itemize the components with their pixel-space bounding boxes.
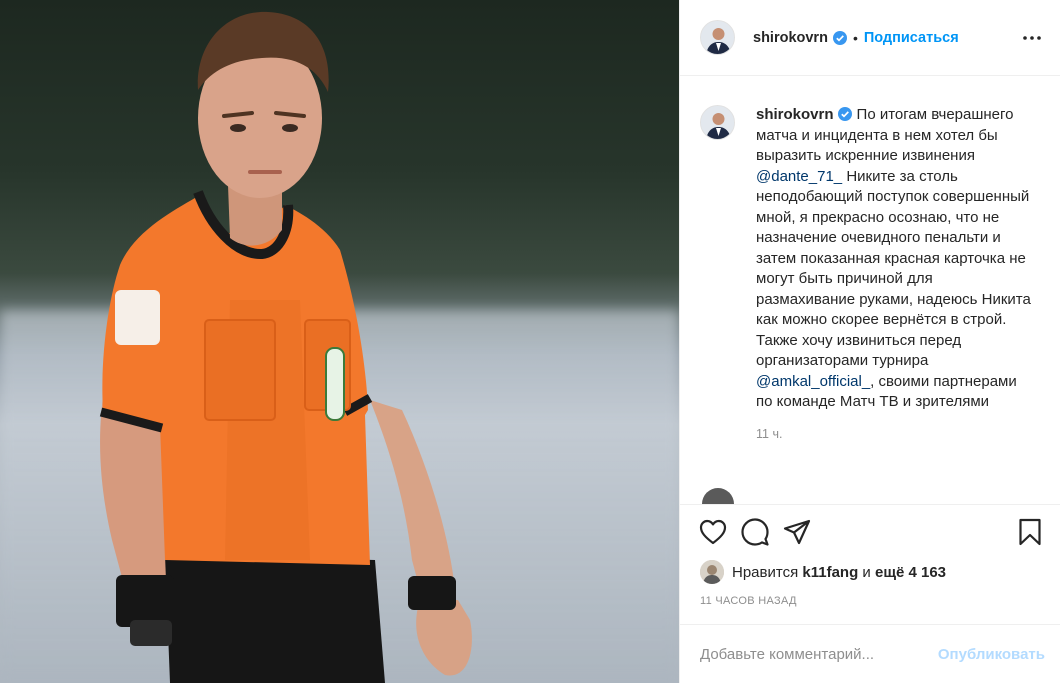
- post-actions: Нравится k11fang и ещё 4 163 11 часов на…: [680, 504, 1060, 607]
- caption-author-avatar[interactable]: [700, 105, 735, 140]
- verified-badge-icon: [832, 30, 847, 45]
- liker-username[interactable]: k11fang: [802, 564, 858, 581]
- liker-avatar[interactable]: [700, 560, 724, 584]
- next-comment-avatar[interactable]: [702, 488, 734, 504]
- comment-input[interactable]: [700, 645, 938, 663]
- add-comment-bar: Опубликовать: [680, 624, 1060, 683]
- comment-icon[interactable]: [740, 517, 770, 547]
- comments-scroll-area[interactable]: shirokovrn По итогам вчерашнего матча и и…: [680, 77, 1060, 504]
- publish-button[interactable]: Опубликовать: [938, 646, 1045, 663]
- likes-and: и: [862, 563, 871, 581]
- likes-summary[interactable]: Нравится k11fang и ещё 4 163: [680, 559, 1060, 585]
- caption-part-2: Никите за столь неподобающий поступок со…: [756, 167, 1031, 370]
- caption-text: shirokovrn По итогам вчерашнего матча и и…: [756, 105, 1031, 413]
- heart-icon[interactable]: [698, 517, 728, 547]
- caption-timestamp[interactable]: 11 ч.: [756, 427, 1031, 441]
- likes-count[interactable]: ещё 4 163: [875, 564, 946, 581]
- verified-badge-icon: [837, 107, 852, 121]
- separator-dot: •: [852, 29, 858, 46]
- mention-link[interactable]: @dante_71_: [756, 168, 842, 185]
- author-username[interactable]: shirokovrn: [753, 30, 828, 46]
- action-icons-row: [680, 505, 1060, 559]
- more-options-icon[interactable]: [1020, 26, 1044, 50]
- post-header: shirokovrn • Подписаться: [680, 0, 1060, 76]
- referee-figure: [99, 11, 472, 683]
- post-caption: shirokovrn По итогам вчерашнего матча и и…: [680, 77, 1060, 441]
- likes-prefix: Нравится: [732, 563, 799, 581]
- bookmark-icon[interactable]: [1015, 517, 1045, 547]
- post-time-ago[interactable]: 11 часов назад: [680, 585, 1060, 607]
- caption-username[interactable]: shirokovrn: [756, 106, 834, 123]
- post-side-panel: shirokovrn • Подписаться shirokovrn По ит…: [679, 0, 1060, 683]
- post-photo[interactable]: [0, 0, 679, 683]
- mention-link[interactable]: @amkal_official_: [756, 373, 870, 390]
- author-avatar[interactable]: [700, 20, 735, 55]
- share-icon[interactable]: [782, 517, 812, 547]
- follow-button[interactable]: Подписаться: [864, 30, 959, 46]
